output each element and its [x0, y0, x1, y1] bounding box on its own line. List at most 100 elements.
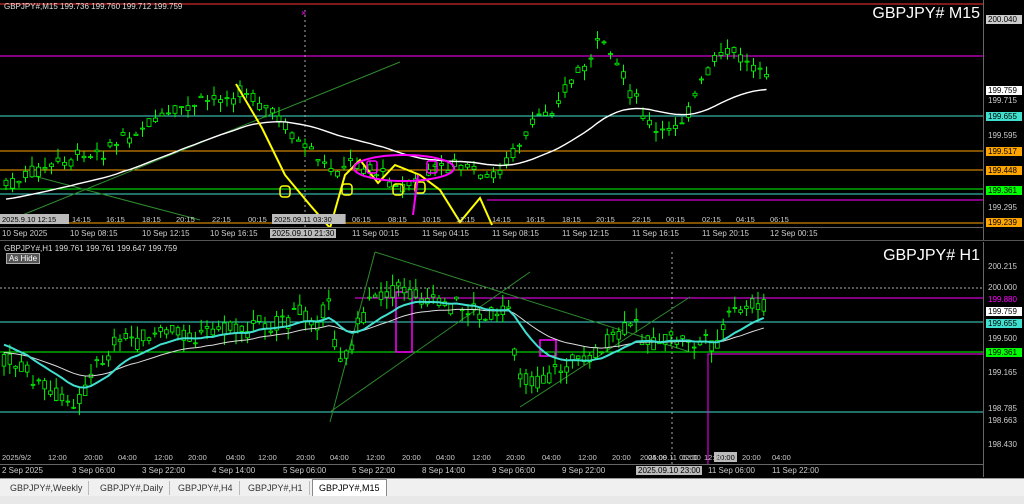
- candle-body: [634, 319, 639, 322]
- time-label: 11 Sep 16:15: [632, 229, 680, 238]
- tab-h1[interactable]: GBPJPY#,H1: [242, 481, 310, 495]
- candle-body: [750, 298, 755, 309]
- candle-body: [320, 304, 326, 319]
- candle-body: [62, 162, 67, 166]
- candle-body: [135, 337, 140, 350]
- tab-weekly[interactable]: GBPJPY#,Weekly: [4, 481, 90, 495]
- candle-body: [407, 289, 413, 300]
- candle-body: [506, 306, 511, 309]
- h1-price-chart[interactable]: 2025/9/2 12:00 20:00 04:00 12:00 20:00 04:00 12…: [0, 242, 984, 465]
- price-label: 200.040: [986, 15, 1022, 24]
- candle-body: [348, 158, 353, 162]
- h1-price-axis[interactable]: 200.215 200.000 199.880 199.759 199.655 199.5…: [983, 242, 1024, 477]
- candle-body: [297, 304, 302, 315]
- candle-body: [387, 181, 392, 188]
- candle-body: [647, 119, 652, 126]
- candle-body: [593, 347, 598, 358]
- candle-body: [158, 327, 163, 332]
- candle-body: [13, 365, 18, 369]
- time-label: 3 Sep 06:00: [72, 466, 116, 475]
- grid-time-label: 20:00: [742, 453, 761, 462]
- candle-body: [3, 179, 9, 187]
- tab-h4[interactable]: GBPJPY#,H4: [172, 481, 240, 495]
- candle-body: [374, 174, 379, 177]
- candle-body: [361, 168, 366, 174]
- candle-body: [372, 294, 378, 298]
- magenta-step-line: [707, 353, 984, 465]
- time-label: 10 Sep 16:15: [210, 229, 258, 238]
- candle-body: [10, 178, 15, 189]
- candle-body: [536, 113, 542, 116]
- tab-daily[interactable]: GBPJPY#,Daily: [94, 481, 171, 495]
- moving-average-line: [5, 88, 767, 200]
- candle-body: [523, 131, 529, 136]
- candle-body: [725, 48, 730, 55]
- grid-time-label: 20:15: [596, 215, 615, 224]
- candle-body: [465, 313, 471, 316]
- candle-body: [256, 315, 262, 322]
- grid-time-label: 18:15: [142, 215, 161, 224]
- time-label: 10 Sep 2025: [2, 229, 48, 238]
- candle-body: [601, 41, 607, 44]
- candle-body: [94, 149, 100, 153]
- candle-body: [556, 100, 561, 104]
- candle-body: [68, 159, 74, 167]
- candle-body: [599, 351, 604, 354]
- time-label: 11 Sep 00:15: [352, 229, 400, 238]
- grid-time-label: 20:00: [402, 453, 421, 462]
- m15-price-chart[interactable]: × 2025.9.10 12:15 14:15 16:15 18:15 20:15 22:1…: [0, 0, 984, 228]
- candle-body: [738, 54, 743, 63]
- m15-time-axis[interactable]: 10 Sep 2025 10 Sep 08:15 10 Sep 12:15 10 Se…: [0, 227, 984, 240]
- candle-body: [757, 67, 763, 70]
- candle-body: [588, 57, 594, 60]
- as-hide-button[interactable]: As Hide: [6, 253, 41, 264]
- candle-body: [605, 334, 610, 349]
- candle-body: [30, 383, 36, 386]
- candle-body: [660, 128, 665, 131]
- tab-m15[interactable]: GBPJPY#,M15: [312, 479, 387, 497]
- candle-body: [227, 321, 233, 331]
- annotation-zigzag: [235, 83, 493, 228]
- grid-time-label: 22:15: [212, 215, 231, 224]
- grid-time-label: 18:15: [562, 215, 581, 224]
- candle-body: [112, 336, 117, 346]
- time-label: 9 Sep 22:00: [562, 466, 606, 475]
- price-label: 199.165: [988, 368, 1017, 377]
- candle-body: [610, 331, 616, 335]
- candle-body: [384, 291, 389, 298]
- candle-body: [523, 373, 529, 385]
- grid-time-label: 12:00: [154, 453, 173, 462]
- candle-body: [668, 331, 674, 336]
- candle-body: [512, 348, 517, 356]
- candle-body: [564, 366, 569, 373]
- chart-pane-h1[interactable]: 2025/9/2 12:00 20:00 04:00 12:00 20:00 04:00 12…: [0, 242, 1024, 477]
- grid-time-label: 12:00: [258, 453, 277, 462]
- candle-body: [210, 328, 215, 336]
- candle-body: [576, 355, 581, 359]
- candle-body: [205, 100, 210, 102]
- h1-time-axis[interactable]: 2 Sep 2025 3 Sep 06:00 3 Sep 22:00 4 Sep 14…: [0, 464, 984, 477]
- grid-time-label: 08:15: [388, 215, 407, 224]
- candle-body: [764, 73, 769, 78]
- price-label: 199.759: [986, 307, 1022, 316]
- candle-body: [692, 92, 698, 97]
- price-label: 199.759: [986, 86, 1022, 95]
- chart-tabs-bar: GBPJPY#,Weekly GBPJPY#,Daily GBPJPY#,H4 …: [0, 478, 1024, 497]
- candle-body: [393, 185, 399, 187]
- m15-price-axis[interactable]: 200.040 199.759 199.715 199.655 199.595 199.5…: [983, 0, 1024, 240]
- candle-body: [120, 132, 126, 136]
- candle-body: [439, 163, 444, 166]
- price-label: 199.239: [986, 218, 1022, 227]
- candle-body: [322, 161, 327, 164]
- candle-body: [477, 313, 482, 320]
- candle-body: [1, 354, 7, 367]
- candle-body: [627, 90, 633, 99]
- candle-body: [280, 315, 285, 318]
- candle-body: [166, 112, 171, 115]
- candle-body: [24, 364, 30, 373]
- candle-body: [448, 303, 453, 315]
- chart-pane-m15[interactable]: × 2025.9.10 12:15 14:15 16:15 18:15 20:15 22:1…: [0, 0, 1024, 241]
- candle-body: [7, 353, 12, 365]
- candle-body: [283, 121, 288, 131]
- candle-body: [491, 171, 496, 179]
